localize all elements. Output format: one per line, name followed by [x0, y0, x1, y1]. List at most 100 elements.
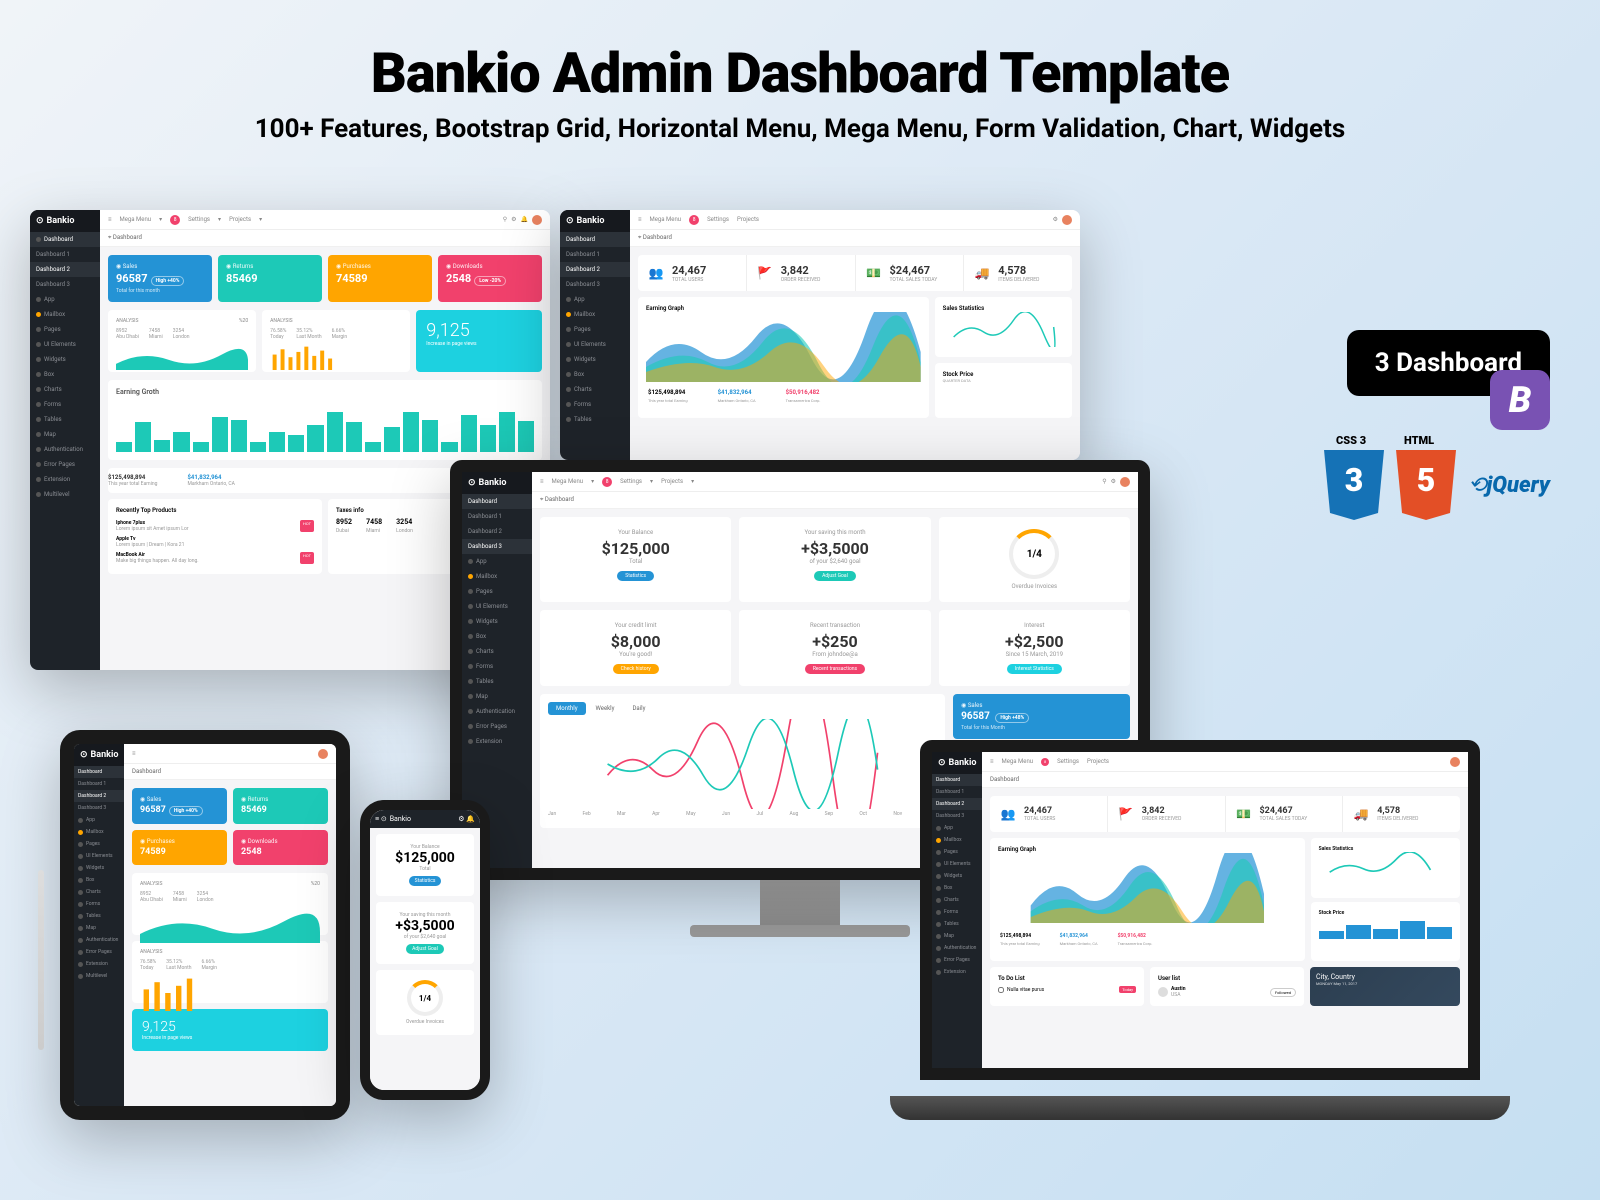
sidebar-item-error[interactable]: Error Pages: [30, 457, 100, 472]
search-icon[interactable]: ⚲: [503, 216, 507, 223]
sidebar-item[interactable]: Pages: [462, 584, 532, 599]
sidebar-item-ui[interactable]: UI Elements: [30, 337, 100, 352]
sb-item[interactable]: Mailbox: [932, 834, 982, 846]
gear-icon[interactable]: ⚙: [1111, 478, 1116, 485]
tab-daily[interactable]: Daily: [624, 702, 653, 715]
sidebar-item[interactable]: App: [462, 554, 532, 569]
gear-icon[interactable]: ⚙: [511, 216, 516, 223]
megamenu-link[interactable]: Mega Menu: [120, 216, 152, 223]
sb-item[interactable]: Map: [74, 922, 124, 934]
sidebar-item-tables[interactable]: Tables: [30, 412, 100, 427]
tab-weekly[interactable]: Weekly: [588, 702, 623, 715]
sb-item[interactable]: Forms: [932, 906, 982, 918]
sidebar-item[interactable]: Dashboard 2: [462, 524, 532, 539]
sb-item[interactable]: Authentication: [74, 934, 124, 946]
brand[interactable]: ⊙ Bankio: [74, 744, 124, 766]
projects[interactable]: Projects: [661, 478, 683, 485]
sb-item[interactable]: Box: [74, 874, 124, 886]
menu-icon[interactable]: ≡: [638, 216, 642, 223]
sb-item[interactable]: Dashboard 3: [932, 810, 982, 822]
tab-monthly[interactable]: Monthly: [548, 702, 586, 715]
sb-item[interactable]: Box: [932, 882, 982, 894]
interest-button[interactable]: Interest Statistics: [1007, 664, 1062, 674]
sidebar-item[interactable]: Dashboard 3: [462, 539, 532, 554]
sb-item[interactable]: UI Elements: [932, 858, 982, 870]
sb-item[interactable]: Tables: [74, 910, 124, 922]
sb-item[interactable]: Authentication: [932, 942, 982, 954]
sidebar-item[interactable]: Dashboard 1: [462, 509, 532, 524]
sb-item[interactable]: Forms: [74, 898, 124, 910]
avatar[interactable]: [532, 215, 542, 225]
bell-icon[interactable]: 🔔: [521, 216, 528, 223]
sidebar-item[interactable]: Pages: [560, 322, 630, 337]
sidebar-item[interactable]: Widgets: [462, 614, 532, 629]
sidebar-item[interactable]: Tables: [462, 674, 532, 689]
sidebar-item[interactable]: Dashboard 2: [30, 262, 100, 277]
menu-icon[interactable]: ≡: [108, 216, 112, 223]
brand-logo[interactable]: ⊙ Bankio: [560, 210, 630, 232]
settings-link[interactable]: Settings: [707, 216, 729, 223]
goal-button[interactable]: Adjust Goal: [406, 944, 444, 954]
sidebar-item[interactable]: Extension: [462, 734, 532, 749]
sb-item[interactable]: Dashboard 2: [74, 790, 124, 802]
sb-item[interactable]: Pages: [74, 838, 124, 850]
sidebar-item-ext[interactable]: Extension: [30, 472, 100, 487]
stats-button[interactable]: Statistics: [409, 876, 442, 886]
sidebar-item[interactable]: Dashboard 1: [30, 247, 100, 262]
sidebar-item[interactable]: Forms: [462, 659, 532, 674]
sb-item[interactable]: Dashboard 2: [932, 798, 982, 810]
settings[interactable]: Settings: [620, 478, 642, 485]
sidebar-item[interactable]: Dashboard 2: [560, 262, 630, 277]
sb-item[interactable]: Widgets: [932, 870, 982, 882]
sb-item[interactable]: App: [932, 822, 982, 834]
sb-item[interactable]: Map: [932, 930, 982, 942]
sb-item[interactable]: Charts: [932, 894, 982, 906]
brand-logo[interactable]: ⊙ Bankio: [462, 472, 532, 494]
search-icon[interactable]: ⚲: [1102, 478, 1106, 485]
sidebar-item[interactable]: Charts: [462, 644, 532, 659]
sidebar-item[interactable]: Dashboard 3: [560, 277, 630, 292]
todo-checkbox[interactable]: [998, 987, 1004, 993]
set[interactable]: Settings: [1057, 758, 1079, 765]
avatar[interactable]: [1062, 215, 1072, 225]
sidebar-item-auth[interactable]: Authentication: [30, 442, 100, 457]
avatar[interactable]: [318, 749, 328, 759]
sb-item[interactable]: App: [74, 814, 124, 826]
sb-item[interactable]: Dashboard 1: [74, 778, 124, 790]
sidebar-item[interactable]: Dashboard 1: [560, 247, 630, 262]
sidebar-item[interactable]: Box: [462, 629, 532, 644]
sidebar-item[interactable]: Dashboard: [560, 232, 630, 247]
sb-item[interactable]: Multilevel: [74, 970, 124, 982]
adjust-goal-button[interactable]: Adjust Goal: [814, 571, 856, 581]
projects-link[interactable]: Projects: [229, 216, 251, 223]
sidebar-item[interactable]: Dashboard 3: [30, 277, 100, 292]
sb-item[interactable]: Dashboard: [932, 774, 982, 786]
projects-link[interactable]: Projects: [737, 216, 759, 223]
sidebar-item[interactable]: Charts: [560, 382, 630, 397]
megamenu-link[interactable]: Mega Menu: [650, 216, 682, 223]
sidebar-item-mailbox[interactable]: Mailbox: [30, 307, 100, 322]
sidebar-item-box[interactable]: Box: [30, 367, 100, 382]
sidebar-item-forms[interactable]: Forms: [30, 397, 100, 412]
brand[interactable]: ⊙ Bankio: [932, 752, 982, 774]
sidebar-item[interactable]: Box: [560, 367, 630, 382]
sb-item[interactable]: UI Elements: [74, 850, 124, 862]
sb-item[interactable]: Pages: [932, 846, 982, 858]
sb-item[interactable]: Tables: [932, 918, 982, 930]
megamenu[interactable]: Mega Menu: [552, 478, 584, 485]
avatar[interactable]: [1450, 757, 1460, 767]
sidebar-item-app[interactable]: App: [30, 292, 100, 307]
sidebar-item-widgets[interactable]: Widgets: [30, 352, 100, 367]
sidebar-item[interactable]: Mailbox: [462, 569, 532, 584]
menu-icon[interactable]: ≡: [540, 478, 544, 485]
sb-item[interactable]: Dashboard: [74, 766, 124, 778]
sb-item[interactable]: Error Pages: [74, 946, 124, 958]
sb-item[interactable]: Dashboard 3: [74, 802, 124, 814]
avatar[interactable]: [1120, 477, 1130, 487]
sidebar-item[interactable]: Error Pages: [462, 719, 532, 734]
sidebar-item-charts[interactable]: Charts: [30, 382, 100, 397]
sb-item[interactable]: Dashboard 1: [932, 786, 982, 798]
sidebar-item[interactable]: UI Elements: [462, 599, 532, 614]
brand-logo[interactable]: ⊙ Bankio: [30, 210, 100, 232]
sidebar-item[interactable]: Dashboard: [462, 494, 532, 509]
